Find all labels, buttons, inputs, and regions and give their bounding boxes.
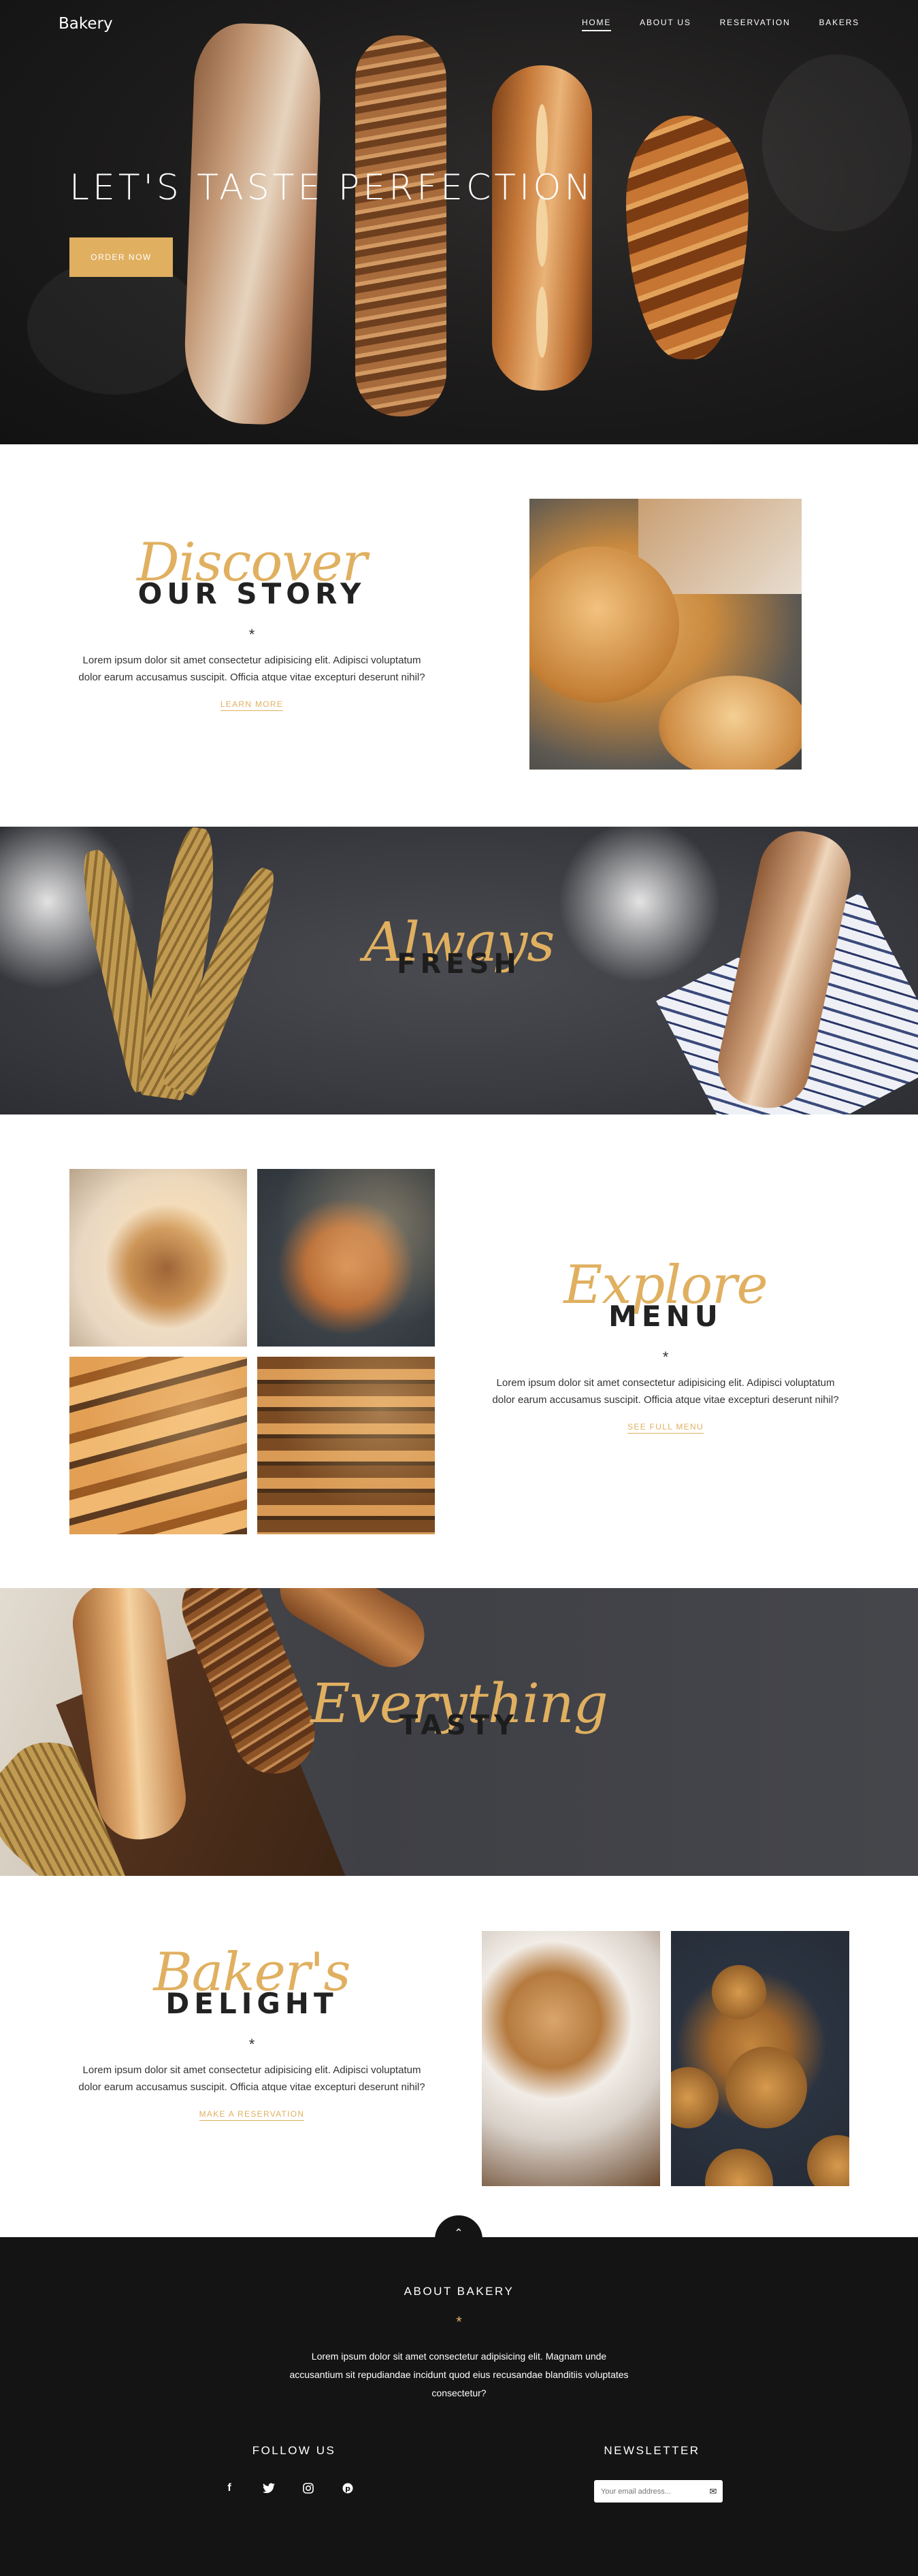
about-bakery-paragraph: Lorem ipsum dolor sit amet consectetur a… xyxy=(289,2351,629,2398)
rustic-bread-image xyxy=(182,21,323,427)
hero-title: LET'S TASTE PERFECTION xyxy=(69,167,595,208)
social-links: f p xyxy=(223,2482,354,2494)
story-text-block: Discover OUR STORY * Lorem ipsum dolor s… xyxy=(75,536,429,711)
newsletter-email-input[interactable] xyxy=(594,2480,704,2503)
flour-dust xyxy=(27,259,204,395)
main-nav: HOME ABOUT US RESERVATION BAKERS xyxy=(581,18,860,31)
menu-text-block: Explore MENU * Lorem ipsum dolor sit ame… xyxy=(489,1259,842,1434)
about-bakery-title: ABOUT BAKERY xyxy=(404,2285,514,2298)
newsletter-title: NEWSLETTER xyxy=(604,2444,700,2457)
nav-item-home[interactable]: HOME xyxy=(581,18,612,31)
chevron-up-icon: ⌃ xyxy=(454,2228,463,2239)
order-now-button[interactable]: ORDER NOW xyxy=(69,237,173,277)
brand-logo[interactable]: Bakery xyxy=(59,15,113,33)
page: Bakery HOME ABOUT US RESERVATION BAKERS … xyxy=(0,0,918,2576)
back-to-top-button[interactable]: ⌃ xyxy=(435,2215,482,2259)
hero-section: Bakery HOME ABOUT US RESERVATION BAKERS … xyxy=(0,0,918,444)
baguette-image xyxy=(492,65,592,391)
follow-us-title: FOLLOW US xyxy=(252,2444,336,2457)
delight-paragraph: Lorem ipsum dolor sit amet consectetur a… xyxy=(78,2064,425,2093)
delight-text-block: Baker's DELIGHT * Lorem ipsum dolor sit … xyxy=(75,1946,429,2121)
newsletter-form: ✉ xyxy=(594,2480,723,2503)
menu-paragraph: Lorem ipsum dolor sit amet consectetur a… xyxy=(492,1377,839,1406)
croissant-image xyxy=(626,116,749,359)
pinterest-icon[interactable]: p xyxy=(342,2482,354,2494)
facebook-icon[interactable]: f xyxy=(223,2482,235,2494)
always-fresh-text: Always FRESH xyxy=(0,915,918,978)
menu-divider-star: * xyxy=(662,1349,669,1366)
everything-tasty-banner: Everything TASTY xyxy=(0,1588,918,1876)
svg-text:p: p xyxy=(345,2484,350,2493)
make-reservation-link[interactable]: MAKE A RESERVATION xyxy=(199,2109,305,2121)
instagram-icon[interactable] xyxy=(302,2482,314,2494)
story-heading: OUR STORY xyxy=(137,577,366,610)
footer-divider-star: * xyxy=(456,2313,462,2330)
tasty-heading: TASTY xyxy=(399,1710,519,1741)
flour-dust xyxy=(762,54,912,231)
twitter-icon[interactable] xyxy=(263,2482,275,2494)
everything-tasty-text: Everything TASTY xyxy=(0,1677,918,1741)
see-full-menu-link[interactable]: SEE FULL MENU xyxy=(627,1422,704,1434)
menu-image-baguettes xyxy=(69,1357,247,1534)
seeded-bread-image xyxy=(355,35,446,416)
chocolate-cookies-image xyxy=(482,1931,660,2186)
story-divider-star: * xyxy=(248,626,255,643)
story-paragraph: Lorem ipsum dolor sit amet consectetur a… xyxy=(78,655,425,683)
delight-heading: DELIGHT xyxy=(165,1987,338,2020)
menu-image-cookie xyxy=(257,1169,435,1347)
bread-roll-image xyxy=(268,1588,436,1679)
always-fresh-banner: Always FRESH xyxy=(0,827,918,1114)
menu-heading: MENU xyxy=(608,1300,723,1333)
story-bread-image xyxy=(529,499,802,770)
nav-item-reservation[interactable]: RESERVATION xyxy=(720,18,791,31)
nav-item-bakers[interactable]: BAKERS xyxy=(819,18,860,31)
menu-image-pastries xyxy=(257,1357,435,1534)
oatmeal-cookies-image xyxy=(671,1931,849,2186)
envelope-icon[interactable]: ✉ xyxy=(704,2480,723,2503)
delight-divider-star: * xyxy=(248,2036,255,2053)
learn-more-link[interactable]: LEARN MORE xyxy=(220,699,284,711)
fresh-heading: FRESH xyxy=(397,948,521,980)
nav-item-about-us[interactable]: ABOUT US xyxy=(640,18,691,31)
menu-image-bagel xyxy=(69,1169,247,1347)
